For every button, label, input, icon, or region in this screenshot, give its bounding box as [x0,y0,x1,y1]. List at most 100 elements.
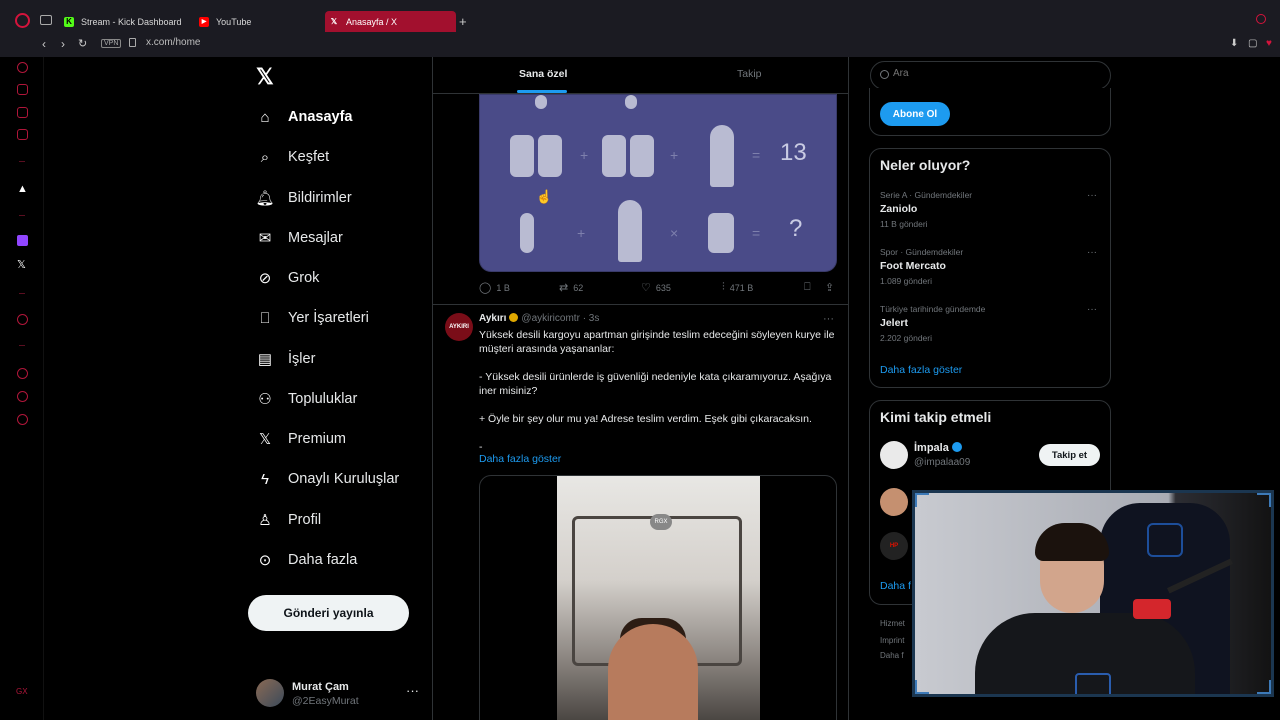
tweet-video[interactable]: RGX [479,475,837,720]
puzzle-airpod [520,213,534,253]
tab-following[interactable]: Takip [737,68,762,80]
trend-item[interactable]: Foot Mercato [880,260,946,272]
nav-communities[interactable]: ⚇ Topluluklar [256,383,357,415]
reload-icon[interactable]: ↻ [78,37,87,50]
share-button[interactable]: ⇪ [825,281,839,294]
browser-chrome [0,0,1280,57]
sidebar-app-icon[interactable] [17,84,28,95]
post-button[interactable]: Gönderi yayınla [248,595,409,631]
sidebar-messenger-icon[interactable] [17,107,28,118]
retweet-button[interactable]: ⇄ 62 [559,281,583,294]
search-input[interactable] [893,68,1103,79]
forward-icon[interactable]: › [61,37,65,51]
tweet-header: Aykırı @aykiricomtr · 3s [479,313,599,324]
nav-premium[interactable]: 𝕏 Premium [256,423,346,455]
views-button[interactable]: ⫶ 471 B [722,281,753,294]
opera-logo-icon[interactable] [15,13,30,28]
new-tab-button[interactable]: + [459,14,467,29]
video-person [608,624,698,720]
nav-jobs[interactable]: ▤ İşler [256,343,316,375]
sidebar-mail-icon[interactable] [17,129,28,140]
puzzle-airpods-case [602,135,626,177]
nav-more[interactable]: ⊙ Daha fazla [256,544,358,576]
more-dots-icon[interactable]: ··· [1087,304,1097,315]
more-dots-icon[interactable]: ··· [1087,247,1097,258]
trend-meta: Spor · Gündemdekiler [880,247,964,257]
sidebar-kick-icon[interactable]: ▲ [17,183,28,195]
footer-link[interactable]: Daha f [880,651,904,660]
follow-suggestion-name[interactable]: İmpala [914,442,962,454]
tweet-actions: ◯ 1 B ⇄ 62 ♡ 635 ⫶ 471 B ⎕ ⇪ [479,281,839,297]
subscribe-button[interactable]: Abone Ol [880,102,950,126]
avatar[interactable]: AYKIRI [445,313,473,341]
more-dots-icon[interactable]: ··· [1087,190,1097,201]
x-icon: 𝕏 [258,431,272,448]
sidebar-player-icon[interactable] [17,314,28,325]
nav-profile[interactable]: ♙ Profil [256,504,321,536]
retweet-icon: ⇄ [559,282,569,294]
nav-bookmarks[interactable]: ⎕ Yer İşaretleri [256,302,368,334]
more-dots-icon[interactable]: ··· [823,313,834,325]
sidebar-gx-icon[interactable]: GX [16,687,28,696]
tweet-media-image[interactable]: + + = 13 + × = ? [479,94,837,272]
bookmark-button[interactable]: ⎕ [804,281,816,294]
address-bar[interactable]: x.com/home [146,37,200,48]
sidebar-ai-icon[interactable] [17,62,28,73]
tab-youtube[interactable]: ▶ YouTube [195,11,320,32]
lightning-icon: ϟ [261,470,269,488]
vpn-badge[interactable]: VPN [101,39,122,48]
trend-item[interactable]: Jelert [880,317,908,329]
sidebar-x-icon[interactable]: 𝕏 [17,258,26,271]
trend-item[interactable]: Zaniolo [880,203,917,215]
tweet-divider [433,304,848,305]
workspaces-icon[interactable] [40,15,52,25]
nav-label: Topluluklar [288,391,358,407]
tweet-author-handle[interactable]: @aykiricomtr [521,313,580,324]
avatar[interactable] [880,488,908,516]
pin-icon[interactable]: ⬇ [1230,38,1238,49]
follow-show-more-link[interactable]: Daha f [880,580,911,592]
puzzle-airpods-case [630,135,654,177]
sidebar-settings-icon[interactable] [17,414,28,425]
nav-grok[interactable]: ⊘ Grok [256,262,320,294]
puzzle-operator: = [752,147,761,163]
account-switcher[interactable]: Murat Çam @2EasyMurat ··· [256,677,424,713]
search-icon: ⌕ [260,148,270,166]
reply-button[interactable]: ◯ 1 B [479,281,510,294]
back-icon[interactable]: ‹ [42,37,46,51]
avatar[interactable]: HP [880,532,908,560]
sidebar-extensions-icon[interactable] [17,391,28,402]
footer-link[interactable]: Imprint [880,636,904,645]
tweet-author-name[interactable]: Aykırı [479,313,506,324]
more-dots-icon[interactable]: ··· [406,683,419,698]
nav-messages[interactable]: ✉ Mesajlar [256,222,343,254]
tab-for-you[interactable]: Sana özel [519,68,567,80]
puzzle-figure [625,95,637,109]
like-button[interactable]: ♡ 635 [641,281,671,294]
footer-link[interactable]: Hizmet [880,619,905,628]
search-box[interactable] [870,61,1111,90]
follow-button[interactable]: Takip et [1039,444,1100,466]
sidebar-history-icon[interactable] [17,368,28,379]
trends-show-more-link[interactable]: Daha fazla göster [880,364,962,376]
youtube-icon: ▶ [199,16,209,27]
puzzle-result: 13 [780,139,807,166]
x-logo-icon[interactable]: 𝕏 [256,64,274,90]
account-name: Murat Çam [292,681,349,693]
nav-notifications[interactable]: 🔔︎ Bildirimler [255,182,351,214]
search-tabs-icon[interactable] [1256,14,1266,24]
avatar[interactable] [880,441,908,469]
heart-icon[interactable]: ♥ [1266,38,1272,49]
tweet-time[interactable]: · 3s [583,313,600,324]
sidebar-twitch-icon[interactable] [17,235,28,246]
show-more-link[interactable]: Daha fazla göster [479,453,561,465]
nav-verified-orgs[interactable]: ϟ Onaylı Kuruluşlar [256,463,399,495]
puzzle-operator: + [580,147,589,163]
x-icon: 𝕏 [330,17,338,26]
follow-suggestion-handle: @impalaa09 [914,457,971,468]
snapshot-icon[interactable]: ▢ [1248,38,1257,49]
tab-kick[interactable]: K Stream - Kick Dashboard [60,11,190,32]
nav-explore[interactable]: ⌕ Keşfet [256,141,329,173]
tab-x-home[interactable]: 𝕏 Anasayfa / X [325,11,456,32]
nav-home[interactable]: ⌂ Anasayfa [256,101,352,133]
